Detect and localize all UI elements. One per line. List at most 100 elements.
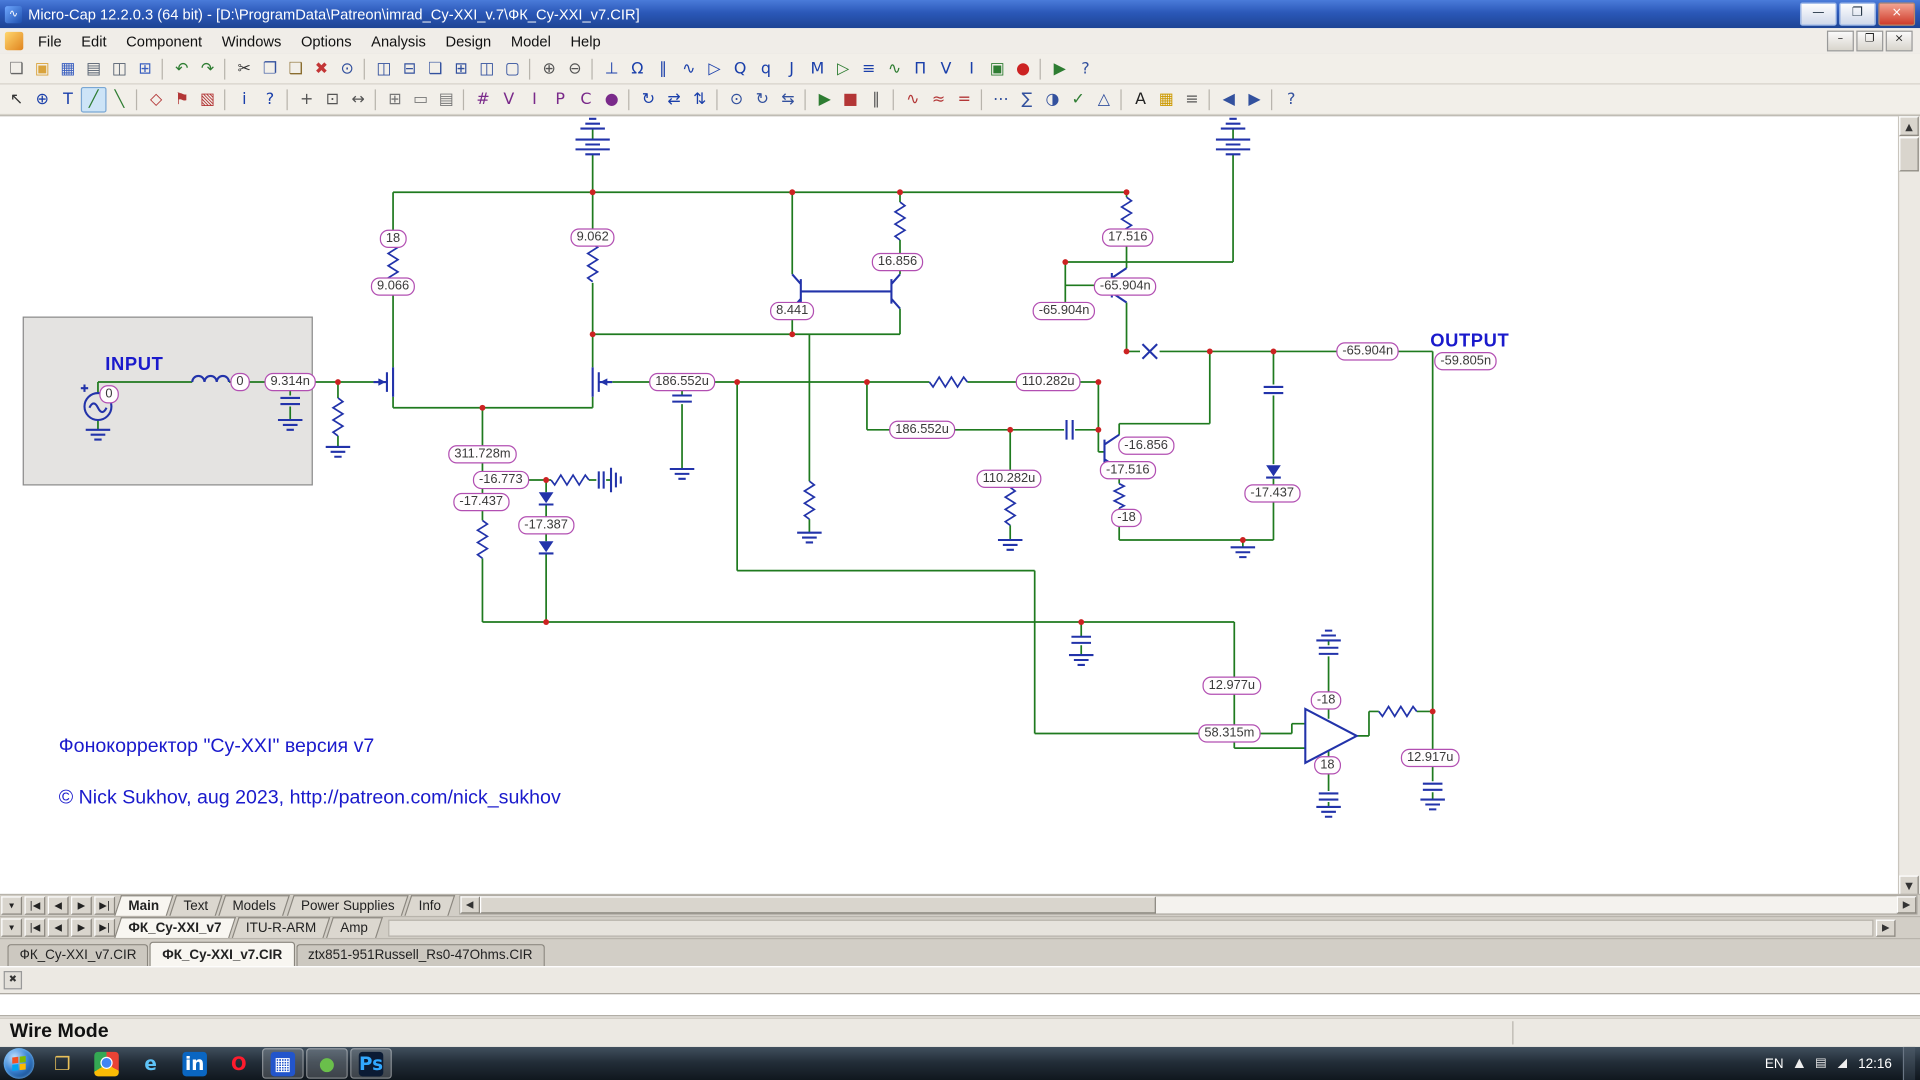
select-mode-icon[interactable]: ↖ (4, 86, 30, 112)
delete-icon[interactable]: ✖ (309, 56, 335, 82)
sheet-tab-models[interactable]: Models (219, 895, 291, 916)
horizontal-scroll-thumb[interactable] (479, 896, 1155, 913)
open-file-icon[interactable]: ▣ (29, 56, 55, 82)
vertical-scrollbar[interactable]: ▲ ▼ (1898, 116, 1920, 895)
first-tab-button[interactable]: |◀ (24, 918, 45, 936)
inductor-component-icon[interactable]: ∿ (676, 56, 702, 82)
pause-analysis-icon[interactable]: ∥ (863, 86, 889, 112)
macro-component-icon[interactable]: ▣ (984, 56, 1010, 82)
schematic-canvas[interactable]: 189.0669.0628.44116.85617.516-65.904n-65… (0, 116, 1899, 895)
zoom-in-icon[interactable]: ⊕ (536, 56, 562, 82)
toolbar-icon[interactable] (804, 89, 808, 110)
cascade-windows-icon[interactable]: ❏ (422, 56, 448, 82)
prev-view-icon[interactable]: ◀ (1216, 86, 1242, 112)
minimize-button[interactable]: — (1800, 2, 1837, 25)
toolbar-icon[interactable] (162, 58, 166, 79)
node-dot-icon[interactable]: ● (1010, 56, 1036, 82)
toolbar-icon[interactable] (716, 89, 720, 110)
opamp-component-icon[interactable]: ▷ (830, 56, 856, 82)
tile-horizontal-icon[interactable]: ⊟ (397, 56, 423, 82)
menu-windows[interactable]: Windows (212, 30, 291, 52)
mdi-minimize-button[interactable]: – (1827, 31, 1854, 52)
toolbar-icon[interactable] (591, 58, 595, 79)
taskbar-chrome[interactable] (86, 1048, 128, 1079)
file-tab-3[interactable]: ztx851-951Russell_Rs0-47Ohms.CIR (296, 944, 545, 966)
schematic-workspace[interactable]: 189.0669.0628.44116.85617.516-65.904n-65… (0, 115, 1920, 895)
maximize-button[interactable]: ❐ (1839, 2, 1876, 25)
node-conditions-icon[interactable]: C (573, 86, 599, 112)
plot-3d-icon[interactable]: △ (1091, 86, 1117, 112)
sheet-tab-info[interactable]: Info (405, 895, 456, 916)
diode-component-icon[interactable]: ▷ (702, 56, 728, 82)
menu-design[interactable]: Design (436, 30, 501, 52)
flag-mode-icon[interactable]: ⚑ (169, 86, 195, 112)
sheet-tab-power-supplies[interactable]: Power Supplies (286, 895, 408, 916)
taskbar-irfanview[interactable]: ● (306, 1048, 348, 1079)
paste-icon[interactable]: ❑ (283, 56, 309, 82)
run-analysis-icon[interactable]: ▶ (812, 86, 838, 112)
repeat-find-icon[interactable]: ↻ (749, 86, 775, 112)
current-source-icon[interactable]: I (959, 56, 985, 82)
zoom-rect-icon[interactable]: ⊡ (320, 86, 346, 112)
undo-icon[interactable]: ↶ (169, 56, 195, 82)
close-button[interactable]: × (1878, 2, 1915, 25)
optimize-icon[interactable]: ∑ (1014, 86, 1040, 112)
show-hidden-icons-button[interactable]: ▲ (1795, 1057, 1804, 1070)
node-powers-icon[interactable]: P (547, 86, 573, 112)
taskbar-photoshop[interactable]: Ps (350, 1048, 392, 1079)
line-width-icon[interactable]: ≡ (1179, 86, 1205, 112)
find-component-icon[interactable]: ⊙ (724, 86, 750, 112)
watch-icon[interactable]: ◑ (1040, 86, 1066, 112)
next-tab-button[interactable]: ▶ (71, 896, 92, 914)
toolbar-icon[interactable] (287, 89, 291, 110)
print-preview-icon[interactable]: ◫ (107, 56, 133, 82)
sine-source-icon[interactable]: ∿ (882, 56, 908, 82)
toolbar-icon[interactable] (463, 89, 467, 110)
picture-mode-icon[interactable]: ▧ (195, 86, 221, 112)
toolbar-icon[interactable] (893, 89, 897, 110)
find-icon[interactable]: ⊙ (334, 56, 360, 82)
horizontal-scrollbar[interactable]: ◀ ▶ (459, 895, 1918, 915)
prev-tab-button[interactable]: ◀ (48, 896, 69, 914)
toolbar-icon[interactable] (364, 58, 368, 79)
graphics-mode-icon[interactable]: ◇ (143, 86, 169, 112)
help-mode-icon[interactable]: ? (257, 86, 283, 112)
npn-transistor-icon[interactable]: Q (727, 56, 753, 82)
menu-component[interactable]: Component (116, 30, 212, 52)
scroll-left-button[interactable]: ◀ (460, 896, 480, 913)
menu-help[interactable]: Help (561, 30, 611, 52)
mdi-restore-button[interactable]: ❐ (1856, 31, 1883, 52)
circuit-tab-fk-cy-xxi-v7[interactable]: ФК_Cy-XXI_v7 (114, 917, 236, 938)
capacitor-component-icon[interactable]: ∥ (650, 56, 676, 82)
run-icon[interactable]: ▶ (1047, 56, 1073, 82)
calculator-icon[interactable]: ⊞ (132, 56, 158, 82)
first-tab-button[interactable]: |◀ (24, 896, 45, 914)
toolbar-icon[interactable] (224, 89, 228, 110)
sheet-tab-text[interactable]: Text (169, 895, 223, 916)
toolbar-icon[interactable] (224, 58, 228, 79)
probe-transient-icon[interactable]: ∿ (900, 86, 926, 112)
file-tab-1[interactable]: ФК_Cy-XXI_v7.CIR (7, 944, 148, 966)
resistor-component-icon[interactable]: Ω (624, 56, 650, 82)
toolbar-icon[interactable] (1120, 89, 1124, 110)
probe-ac-icon[interactable]: ≈ (926, 86, 952, 112)
diagonal-wire-mode-icon[interactable]: ╲ (107, 86, 133, 112)
mdi-close-button[interactable]: × (1886, 31, 1913, 52)
taskbar-explorer[interactable]: ❒ (42, 1048, 84, 1079)
clock[interactable]: 12:16 (1858, 1056, 1892, 1071)
menu-analysis[interactable]: Analysis (361, 30, 435, 52)
taskbar-internet-explorer[interactable]: e (130, 1048, 172, 1079)
checkpoint-icon[interactable]: ✓ (1065, 86, 1091, 112)
node-voltages-icon[interactable]: V (496, 86, 522, 112)
tab-list-button[interactable]: ▾ (1, 918, 22, 936)
new-file-icon[interactable]: ❏ (4, 56, 30, 82)
toolbar-icon[interactable] (1209, 89, 1213, 110)
ground-component-icon[interactable]: ⊥ (599, 56, 625, 82)
file-tab-2[interactable]: ФК_Cy-XXI_v7.CIR (150, 942, 295, 966)
stop-analysis-icon[interactable]: ■ (838, 86, 864, 112)
next-tab-button[interactable]: ▶ (71, 918, 92, 936)
keyboard-layout-icon[interactable]: ▤ (1815, 1057, 1827, 1070)
node-numbers-icon[interactable]: # (470, 86, 496, 112)
taskbar-opera[interactable]: O (218, 1048, 260, 1079)
scroll-thumb[interactable] (1899, 137, 1919, 171)
